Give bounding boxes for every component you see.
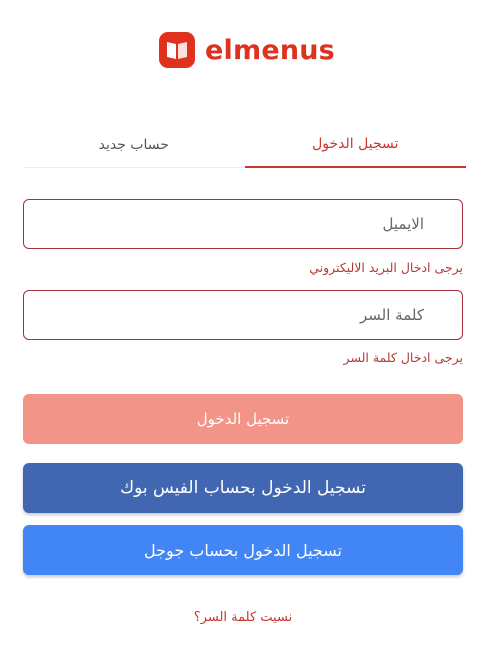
forgot-password-link[interactable]: نسيت كلمة السر؟	[0, 610, 486, 625]
email-error: يرجى ادخال البريد الاليكتروني	[309, 260, 463, 275]
password-field-container	[23, 290, 463, 340]
email-input[interactable]	[24, 200, 462, 248]
brand-name: elmenus	[205, 34, 335, 66]
book-icon	[159, 32, 196, 68]
tab-signup[interactable]: حساب جديد	[23, 122, 245, 167]
facebook-login-button[interactable]: تسجيل الدخول بحساب الفيس بوك	[23, 463, 463, 513]
password-input[interactable]	[24, 291, 462, 339]
login-button[interactable]: تسجيل الدخول	[23, 394, 463, 444]
google-login-button[interactable]: تسجيل الدخول بحساب جوجل	[23, 525, 463, 575]
auth-tabs: تسجيل الدخول حساب جديد	[23, 122, 466, 168]
password-error: يرجى ادخال كلمة السر	[343, 350, 463, 365]
brand-logo[interactable]: elmenus	[0, 31, 494, 69]
tab-login[interactable]: تسجيل الدخول	[244, 122, 466, 168]
email-field-container	[23, 199, 463, 249]
login-page: elmenus تسجيل الدخول حساب جديد يرجى ادخا…	[0, 0, 494, 649]
